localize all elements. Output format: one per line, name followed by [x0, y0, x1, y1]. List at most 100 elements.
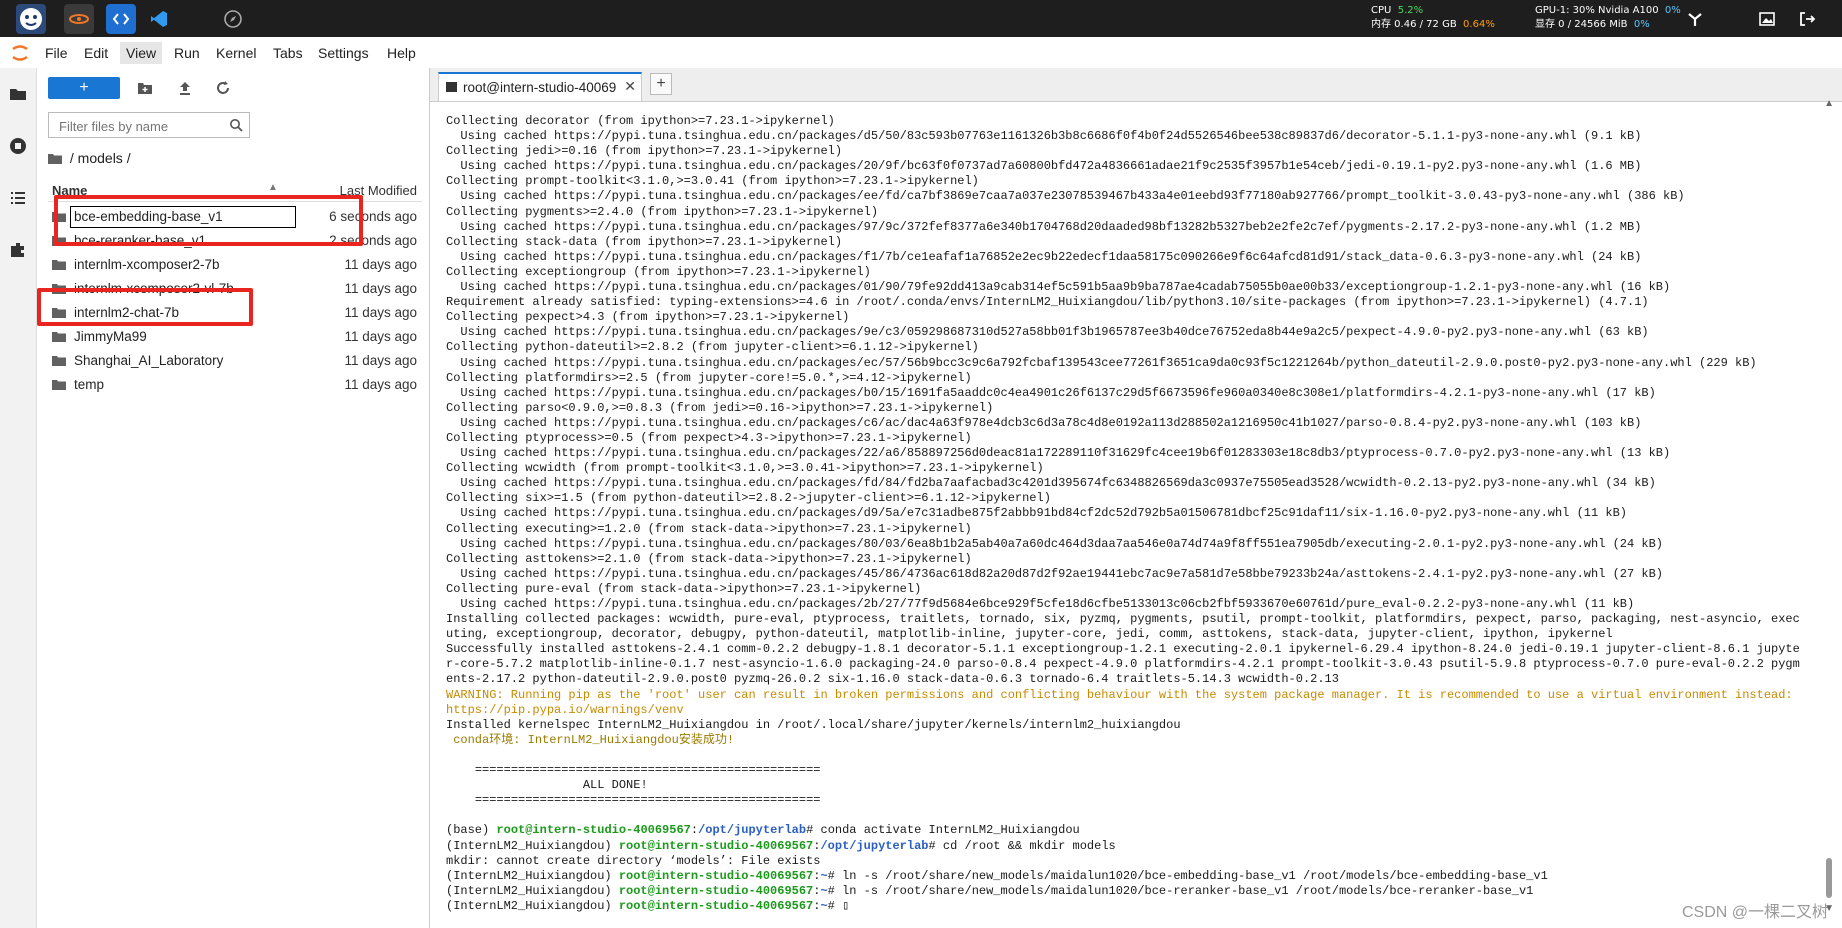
file-name: internlm-xcomposer2-7b: [74, 257, 220, 272]
gpu-label: GPU-1: 30% Nvidia A100: [1535, 5, 1659, 16]
file-modified: 11 days ago: [344, 281, 417, 296]
folder-icon[interactable]: [48, 153, 62, 164]
file-modified: 11 days ago: [344, 329, 417, 344]
highlight-box-chat-model: [37, 288, 253, 326]
prompt-path: /opt/jupyterlab: [820, 838, 929, 853]
prompt-command: # ▯: [827, 898, 850, 913]
menu-settings[interactable]: Settings: [318, 45, 369, 61]
folder-icon: [52, 356, 66, 366]
prompt-env: (base): [446, 823, 497, 838]
toc-icon[interactable]: [8, 188, 28, 208]
file-browser: + / models / Name ▲ Last Modified bce-em…: [37, 68, 430, 928]
file-name: temp: [74, 377, 105, 392]
menu-help[interactable]: Help: [387, 45, 416, 61]
prompt-env: (InternLM2_Huixiangdou): [446, 838, 619, 853]
extension-icon[interactable]: [8, 240, 28, 260]
menu-file[interactable]: File: [45, 45, 68, 61]
sort-caret-icon: ▲: [268, 182, 278, 193]
close-icon[interactable]: ✕: [624, 78, 636, 95]
code-icon[interactable]: [106, 4, 136, 34]
prompt-command: # cd /root && mkdir models: [928, 838, 1116, 853]
add-tab-button[interactable]: +: [650, 73, 672, 95]
error-line: mkdir: cannot create directory ‘models’:…: [446, 853, 821, 868]
prompt-env: (InternLM2_Huixiangdou): [446, 868, 619, 883]
search-icon: [230, 119, 243, 132]
prompt-path: ~: [820, 898, 828, 913]
tab-terminal[interactable]: root@intern-studio-40069 ✕: [438, 72, 642, 101]
image-icon[interactable]: [1752, 4, 1782, 34]
file-modified: 11 days ago: [344, 377, 417, 392]
watermark: CSDN @一棵二叉树: [1681, 904, 1828, 921]
folder-icon: [52, 260, 66, 270]
prompt-colon: :: [690, 823, 699, 838]
file-modified: 11 days ago: [344, 353, 417, 368]
vram-value: 0%: [1633, 19, 1650, 30]
prompt-host: root@intern-studio-40069567: [618, 883, 814, 898]
scrollbar-thumb[interactable]: [1826, 858, 1832, 898]
tab-label: root@intern-studio-40069: [463, 80, 617, 95]
scroll-up-icon[interactable]: ▲: [1824, 98, 1834, 109]
cpu-value: 5.2%: [1397, 5, 1424, 16]
terminal[interactable]: Collecting decorator (from ipython>=7.23…: [430, 98, 1842, 928]
file-row[interactable]: temp 11 days ago: [48, 373, 422, 397]
filter-input[interactable]: [57, 114, 231, 138]
success-line: conda环境: InternLM2_Huixiangdou安装成功!: [446, 732, 735, 747]
filter-field[interactable]: [48, 112, 250, 138]
folder-icon[interactable]: [8, 84, 28, 104]
file-name: JimmyMa99: [74, 329, 147, 344]
prompt-env: (InternLM2_Huixiangdou): [446, 898, 619, 913]
done-banner: ========================================…: [474, 763, 821, 808]
prompt-host: root@intern-studio-40069567: [496, 823, 691, 838]
file-modified: 11 days ago: [344, 305, 417, 320]
terminal-output: Collecting decorator (from ipython>=7.23…: [446, 114, 1806, 914]
vram-label: 显存 0 / 24566 MiB: [1535, 19, 1628, 30]
kernel-installed-line: Installed kernelspec InternLM2_Huixiangd…: [446, 717, 1181, 732]
running-icon[interactable]: [8, 136, 28, 156]
exit-icon[interactable]: [1792, 4, 1822, 34]
breadcrumb: / models /: [48, 150, 131, 166]
prompt-path: ~: [820, 868, 828, 883]
gpu-value: 0%: [1664, 5, 1681, 16]
cpu-label: CPU: [1371, 5, 1392, 16]
menu-tabs[interactable]: Tabs: [273, 45, 303, 61]
folder-icon: [52, 380, 66, 390]
prompt-env: (InternLM2_Huixiangdou): [446, 883, 619, 898]
menu-view[interactable]: View: [120, 42, 163, 64]
file-row[interactable]: internlm-xcomposer2-7b 11 days ago: [48, 253, 422, 277]
jupyter-logo-icon: [12, 45, 28, 61]
new-folder-icon[interactable]: [137, 80, 153, 96]
folder-icon: [52, 332, 66, 342]
new-launcher-button[interactable]: +: [48, 77, 120, 99]
menu-run[interactable]: Run: [174, 45, 200, 61]
fork-icon[interactable]: [1680, 4, 1710, 34]
terminal-icon: [446, 82, 457, 92]
file-name: Shanghai_AI_Laboratory: [74, 353, 224, 368]
menu-kernel[interactable]: Kernel: [216, 45, 256, 61]
vscode-icon[interactable]: [144, 4, 174, 34]
menu-bar: File Edit View Run Kernel Tabs Settings …: [0, 37, 1842, 69]
highlight-box-new-models: [54, 195, 363, 246]
file-row[interactable]: Shanghai_AI_Laboratory 11 days ago: [48, 349, 422, 373]
prompt-path: ~: [820, 883, 828, 898]
prompt-command: # ln -s /root/share/new_models/maidalun1…: [827, 868, 1548, 883]
menu-edit[interactable]: Edit: [84, 45, 108, 61]
upload-icon[interactable]: [177, 80, 193, 96]
refresh-icon[interactable]: [215, 80, 231, 96]
activity-rail: [0, 68, 37, 928]
pip-log: Collecting decorator (from ipython>=7.23…: [446, 114, 1800, 687]
prompt-path: /opt/jupyterlab: [698, 823, 807, 838]
mem-label: 内存 0.46 / 72 GB: [1371, 19, 1457, 30]
file-modified: 11 days ago: [344, 257, 417, 272]
prompt-command: # conda activate InternLM2_Huixiangdou: [806, 823, 1080, 838]
prompt-host: root@intern-studio-40069567: [618, 898, 814, 913]
prompt-host: root@intern-studio-40069567: [618, 868, 814, 883]
pip-warning: WARNING: Running pip as the 'root' user …: [446, 687, 1800, 717]
compass-icon[interactable]: [218, 4, 248, 34]
prompt-command: # ln -s /root/share/new_models/maidalun1…: [827, 883, 1534, 898]
top-bar: CPU 5.2% 内存 0.46 / 72 GB 0.64% GPU-1: 30…: [0, 0, 1842, 37]
jupyter-icon[interactable]: [64, 4, 94, 34]
breadcrumb-path[interactable]: / models /: [70, 150, 131, 166]
file-row[interactable]: JimmyMa99 11 days ago: [48, 325, 422, 349]
prompt-host: root@intern-studio-40069567: [618, 838, 814, 853]
mascot-icon[interactable]: [16, 4, 46, 34]
